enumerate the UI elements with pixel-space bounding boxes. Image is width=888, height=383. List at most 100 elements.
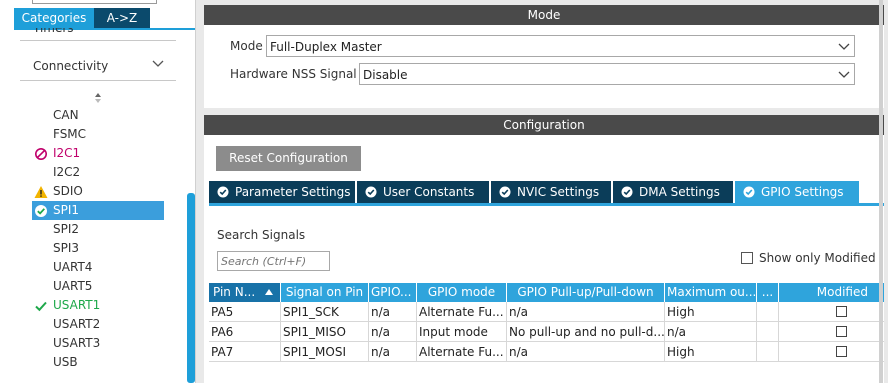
sidebar-item-can[interactable]: CAN (32, 106, 164, 125)
modified-checkbox[interactable] (836, 306, 847, 317)
nss-select[interactable]: Disable (359, 63, 855, 85)
column-header-label: Pin N... (213, 285, 256, 299)
cell-more (757, 342, 779, 362)
sidebar-item-label: FSMC (53, 127, 87, 141)
show-only-modified-label: Show only Modified (759, 251, 876, 265)
tab-a-to-z[interactable]: A->Z (94, 8, 150, 28)
gpio-settings-content: Search Signals Show only Modified Pin N.… (209, 206, 884, 383)
sidebar-item-usb[interactable]: USB (32, 353, 164, 372)
cell-signal: SPI1_MISO (281, 322, 369, 342)
sidebar-item-i2c2[interactable]: I2C2 (32, 163, 164, 182)
table-row[interactable]: PA6 SPI1_MISO n/a Input mode No pull-up … (209, 322, 884, 342)
cell-gpio-mode: Input mode (417, 322, 507, 342)
group-divider (20, 40, 176, 41)
sidebar-item-label: I2C2 (53, 165, 81, 179)
search-signals-input[interactable] (217, 251, 330, 271)
table-header: Pin N... Signal on Pin GPIO... GPIO mode… (209, 283, 884, 302)
tab-label: NVIC Settings (517, 185, 600, 199)
chevron-down-icon (838, 43, 850, 50)
configuration-panel-title: Configuration (204, 115, 884, 135)
tab-gpio-settings[interactable]: GPIO Settings (735, 181, 859, 203)
column-header-signal[interactable]: Signal on Pin (281, 283, 369, 302)
sidebar-item-uart5[interactable]: UART5 (32, 277, 164, 296)
table-row[interactable]: PA5 SPI1_SCK n/a Alternate Fu... n/a Hig… (209, 302, 884, 322)
tab-dma-settings[interactable]: DMA Settings (613, 181, 733, 203)
prohibited-icon (35, 148, 47, 160)
column-header-more[interactable]: ... (757, 283, 779, 302)
sidebar-item-i2c1[interactable]: I2C1 (32, 144, 164, 163)
modified-checkbox[interactable] (836, 326, 847, 337)
cell-gpio-mode: Alternate Fu... (417, 302, 507, 322)
tab-nvic-settings[interactable]: NVIC Settings (491, 181, 611, 203)
tab-label: DMA Settings (639, 185, 720, 199)
mode-label: Mode (230, 39, 263, 53)
sidebar-item-label: USB (53, 355, 78, 369)
tab-parameter-settings[interactable]: Parameter Settings (209, 181, 355, 203)
sidebar-scrollbar-thumb[interactable] (187, 193, 195, 383)
column-header-gpio-output-level[interactable]: GPIO... (369, 283, 417, 302)
chevron-down-icon (152, 60, 164, 67)
tab-label: User Constants (383, 185, 475, 199)
group-connectivity-header[interactable]: Connectivity (20, 52, 176, 80)
check-circle-icon (365, 186, 377, 198)
chevron-down-icon (838, 71, 850, 78)
sidebar-item-spi2[interactable]: SPI2 (32, 220, 164, 239)
cell-max-speed: High (665, 342, 757, 362)
check-circle-icon (499, 186, 511, 198)
sidebar-item-spi3[interactable]: SPI3 (32, 239, 164, 258)
nss-label: Hardware NSS Signal (230, 67, 357, 81)
sort-icon[interactable] (91, 92, 105, 104)
column-header-pin-name[interactable]: Pin N... (209, 283, 281, 302)
mode-panel-title: Mode (204, 5, 884, 25)
sort-ascending-icon (265, 289, 273, 295)
check-circle-icon (621, 186, 633, 198)
column-header-pull-up-down[interactable]: GPIO Pull-up/Pull-down (507, 283, 665, 302)
sidebar-item-sdio[interactable]: SDIO (32, 182, 164, 201)
tab-label: GPIO Settings (761, 185, 844, 199)
cell-signal: SPI1_MOSI (281, 342, 369, 362)
mode-select[interactable]: Full-Duplex Master (266, 35, 855, 57)
sidebar-item-usart3[interactable]: USART3 (32, 334, 164, 353)
cell-max-speed: High (665, 302, 757, 322)
cell-max-speed: n/a (665, 322, 757, 342)
sidebar-item-label: UART4 (53, 260, 93, 274)
sidebar-item-label: SPI1 (53, 203, 80, 217)
check-circle-icon (743, 186, 755, 198)
sidebar-item-label: UART5 (53, 279, 93, 293)
reset-configuration-button[interactable]: Reset Configuration (216, 146, 361, 171)
column-header-max-output-speed[interactable]: Maximum ou... (665, 283, 757, 302)
sidebar-item-label: USART2 (53, 317, 101, 331)
tab-user-constants[interactable]: User Constants (357, 181, 489, 203)
check-circle-icon (35, 205, 47, 217)
main-area: Mode Mode Full-Duplex Master Hardware NS… (196, 0, 888, 383)
sidebar-item-spi1[interactable]: SPI1 (32, 201, 164, 220)
sidebar-item-usart1[interactable]: USART1 (32, 296, 164, 315)
checkbox-box[interactable] (741, 252, 753, 264)
cell-gpio-mode: Alternate Fu... (417, 342, 507, 362)
sidebar-search-box[interactable] (32, 0, 157, 4)
main-scrollbar[interactable] (879, 0, 883, 383)
nss-select-value: Disable (363, 68, 408, 82)
cell-gpio-output-level: n/a (369, 302, 417, 322)
categories-sidebar: Categories A->Z Timers Connectivity CAN … (0, 0, 196, 383)
table-row[interactable]: PA7 SPI1_MOSI n/a Alternate Fu... n/a Hi… (209, 342, 884, 362)
cell-gpio-output-level: n/a (369, 322, 417, 342)
column-header-gpio-mode[interactable]: GPIO mode (417, 283, 507, 302)
tab-categories[interactable]: Categories (14, 8, 94, 28)
sidebar-item-uart4[interactable]: UART4 (32, 258, 164, 277)
check-circle-icon (217, 186, 229, 198)
sidebar-item-usart2[interactable]: USART2 (32, 315, 164, 334)
cell-gpio-output-level: n/a (369, 342, 417, 362)
sidebar-item-fsmc[interactable]: FSMC (32, 125, 164, 144)
warning-icon (34, 186, 48, 198)
cell-pin: PA6 (209, 322, 281, 342)
cell-signal: SPI1_SCK (281, 302, 369, 322)
modified-checkbox[interactable] (836, 346, 847, 357)
search-signals-label: Search Signals (217, 228, 306, 242)
column-header-modified[interactable]: Modified (779, 283, 884, 302)
cell-modified (779, 302, 884, 322)
cell-modified (779, 342, 884, 362)
sidebar-item-label: I2C1 (53, 146, 81, 160)
sidebar-item-label: SPI2 (53, 222, 80, 236)
sidebar-item-label: SPI3 (53, 241, 80, 255)
